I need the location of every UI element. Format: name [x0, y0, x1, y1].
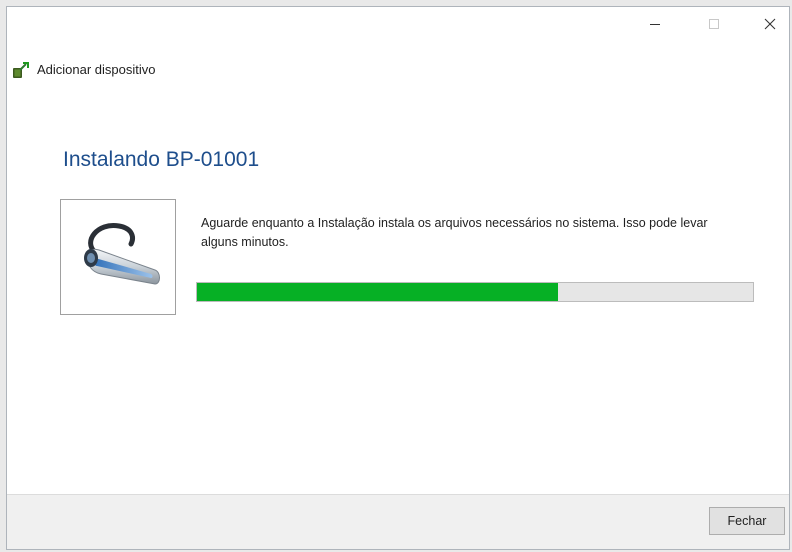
maximize-icon	[708, 17, 720, 35]
device-image	[60, 199, 176, 315]
minimize-icon	[649, 17, 661, 35]
close-icon	[764, 17, 776, 35]
add-device-window: Adicionar dispositivo Instalando BP-0100…	[6, 6, 790, 550]
maximize-button	[691, 7, 737, 45]
install-description: Aguarde enquanto a Instalação instala os…	[201, 216, 708, 249]
fechar-button[interactable]: Fechar	[709, 507, 785, 535]
dialog-footer: Fechar	[7, 494, 789, 549]
install-progress-bar	[196, 282, 754, 302]
progress-fill	[197, 283, 559, 301]
app-title: Adicionar dispositivo	[37, 62, 156, 77]
minimize-button[interactable]	[632, 7, 678, 45]
close-window-button[interactable]	[747, 7, 792, 45]
add-device-icon	[11, 60, 33, 80]
page-title: Instalando BP-01001	[63, 148, 260, 171]
title-bar[interactable]	[7, 7, 789, 45]
